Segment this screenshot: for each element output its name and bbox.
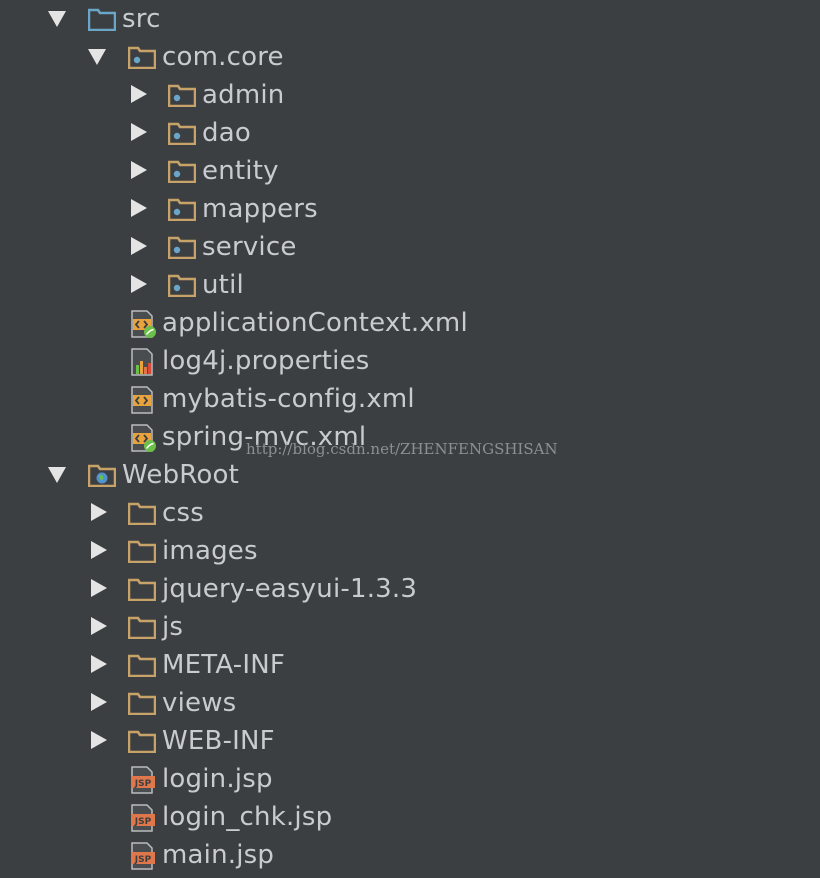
package-icon (128, 45, 156, 69)
package-icon (168, 235, 196, 259)
jsp-icon: JSP (130, 842, 158, 870)
tree-node-label: META-INF (162, 650, 285, 680)
svg-text:JSP: JSP (134, 779, 152, 789)
folder-icon (128, 539, 156, 563)
tree-node-label: applicationContext.xml (162, 308, 468, 338)
tree-node-folder[interactable]: images (0, 532, 820, 570)
tree-node-file[interactable]: log4j.properties (0, 342, 820, 380)
spring-xml-icon (130, 424, 158, 452)
collapse-arrow-icon[interactable] (131, 275, 147, 293)
package-icon (168, 121, 196, 145)
collapse-arrow-icon[interactable] (91, 693, 107, 711)
collapse-arrow-icon[interactable] (131, 199, 147, 217)
tree-node-folder[interactable]: jquery-easyui-1.3.3 (0, 570, 820, 608)
folder-icon (128, 577, 156, 601)
tree-node-file[interactable]: JSP login.jsp (0, 760, 820, 798)
tree-node-label: com.core (162, 42, 284, 72)
collapse-arrow-icon[interactable] (91, 541, 107, 559)
tree-node-package[interactable]: util (0, 266, 820, 304)
tree-node-label: dao (202, 118, 251, 148)
tree-node-label: login.jsp (162, 764, 273, 794)
tree-node-src[interactable]: src (0, 0, 820, 38)
tree-node-label: mappers (202, 194, 318, 224)
tree-node-file[interactable]: JSP login_chk.jsp (0, 798, 820, 836)
tree-node-label: service (202, 232, 297, 262)
tree-node-folder[interactable]: WEB-INF (0, 722, 820, 760)
tree-node-label: entity (202, 156, 279, 186)
tree-node-com-core[interactable]: com.core (0, 38, 820, 76)
folder-icon (128, 691, 156, 715)
tree-node-package[interactable]: dao (0, 114, 820, 152)
source-folder-icon (88, 7, 116, 31)
folder-icon (128, 501, 156, 525)
collapse-arrow-icon[interactable] (91, 503, 107, 521)
collapse-arrow-icon[interactable] (131, 123, 147, 141)
tree-node-label: mybatis-config.xml (162, 384, 415, 414)
tree-node-label: views (162, 688, 237, 718)
expand-arrow-icon[interactable] (48, 11, 66, 27)
jsp-icon: JSP (130, 766, 158, 794)
tree-node-label: jquery-easyui-1.3.3 (162, 574, 418, 604)
tree-node-package[interactable]: entity (0, 152, 820, 190)
collapse-arrow-icon[interactable] (91, 579, 107, 597)
svg-text:JSP: JSP (134, 855, 152, 865)
tree-node-label: main.jsp (162, 840, 275, 870)
folder-icon (128, 615, 156, 639)
collapse-arrow-icon[interactable] (131, 85, 147, 103)
tree-node-label: src (122, 4, 161, 34)
package-icon (168, 197, 196, 221)
collapse-arrow-icon[interactable] (131, 237, 147, 255)
tree-node-label: admin (202, 80, 285, 110)
tree-node-label: log4j.properties (162, 346, 370, 376)
collapse-arrow-icon[interactable] (91, 617, 107, 635)
package-icon (168, 83, 196, 107)
watermark-text: http://blog.csdn.net/ZHENFENGSHISAN (246, 440, 558, 458)
tree-node-file[interactable]: JSP main.jsp (0, 836, 820, 874)
tree-node-label: images (162, 536, 258, 566)
expand-arrow-icon[interactable] (88, 49, 106, 65)
collapse-arrow-icon[interactable] (131, 161, 147, 179)
properties-icon (130, 348, 158, 376)
collapse-arrow-icon[interactable] (91, 731, 107, 749)
collapse-arrow-icon[interactable] (91, 655, 107, 673)
tree-node-file[interactable]: mybatis-config.xml (0, 380, 820, 418)
tree-node-folder[interactable]: css (0, 494, 820, 532)
tree-node-package[interactable]: admin (0, 76, 820, 114)
spring-xml-icon (130, 310, 158, 338)
tree-node-folder[interactable]: META-INF (0, 646, 820, 684)
tree-node-webroot[interactable]: WebRoot (0, 456, 820, 494)
tree-node-file[interactable]: applicationContext.xml (0, 304, 820, 342)
project-tree: src com.core admin dao entity mappers se… (0, 0, 820, 878)
tree-node-package[interactable]: service (0, 228, 820, 266)
tree-node-folder[interactable]: js (0, 608, 820, 646)
jsp-icon: JSP (130, 804, 158, 832)
tree-node-label: js (162, 612, 184, 642)
svg-text:JSP: JSP (134, 817, 152, 827)
tree-node-label: WebRoot (122, 460, 239, 490)
xml-icon (130, 386, 158, 414)
package-icon (168, 273, 196, 297)
tree-node-label: login_chk.jsp (162, 802, 333, 832)
tree-node-package[interactable]: mappers (0, 190, 820, 228)
folder-icon (128, 653, 156, 677)
expand-arrow-icon[interactable] (48, 467, 66, 483)
tree-node-label: WEB-INF (162, 726, 275, 756)
web-folder-icon (88, 463, 116, 487)
tree-node-label: css (162, 498, 204, 528)
tree-node-folder[interactable]: views (0, 684, 820, 722)
tree-node-label: util (202, 270, 244, 300)
package-icon (168, 159, 196, 183)
folder-icon (128, 729, 156, 753)
